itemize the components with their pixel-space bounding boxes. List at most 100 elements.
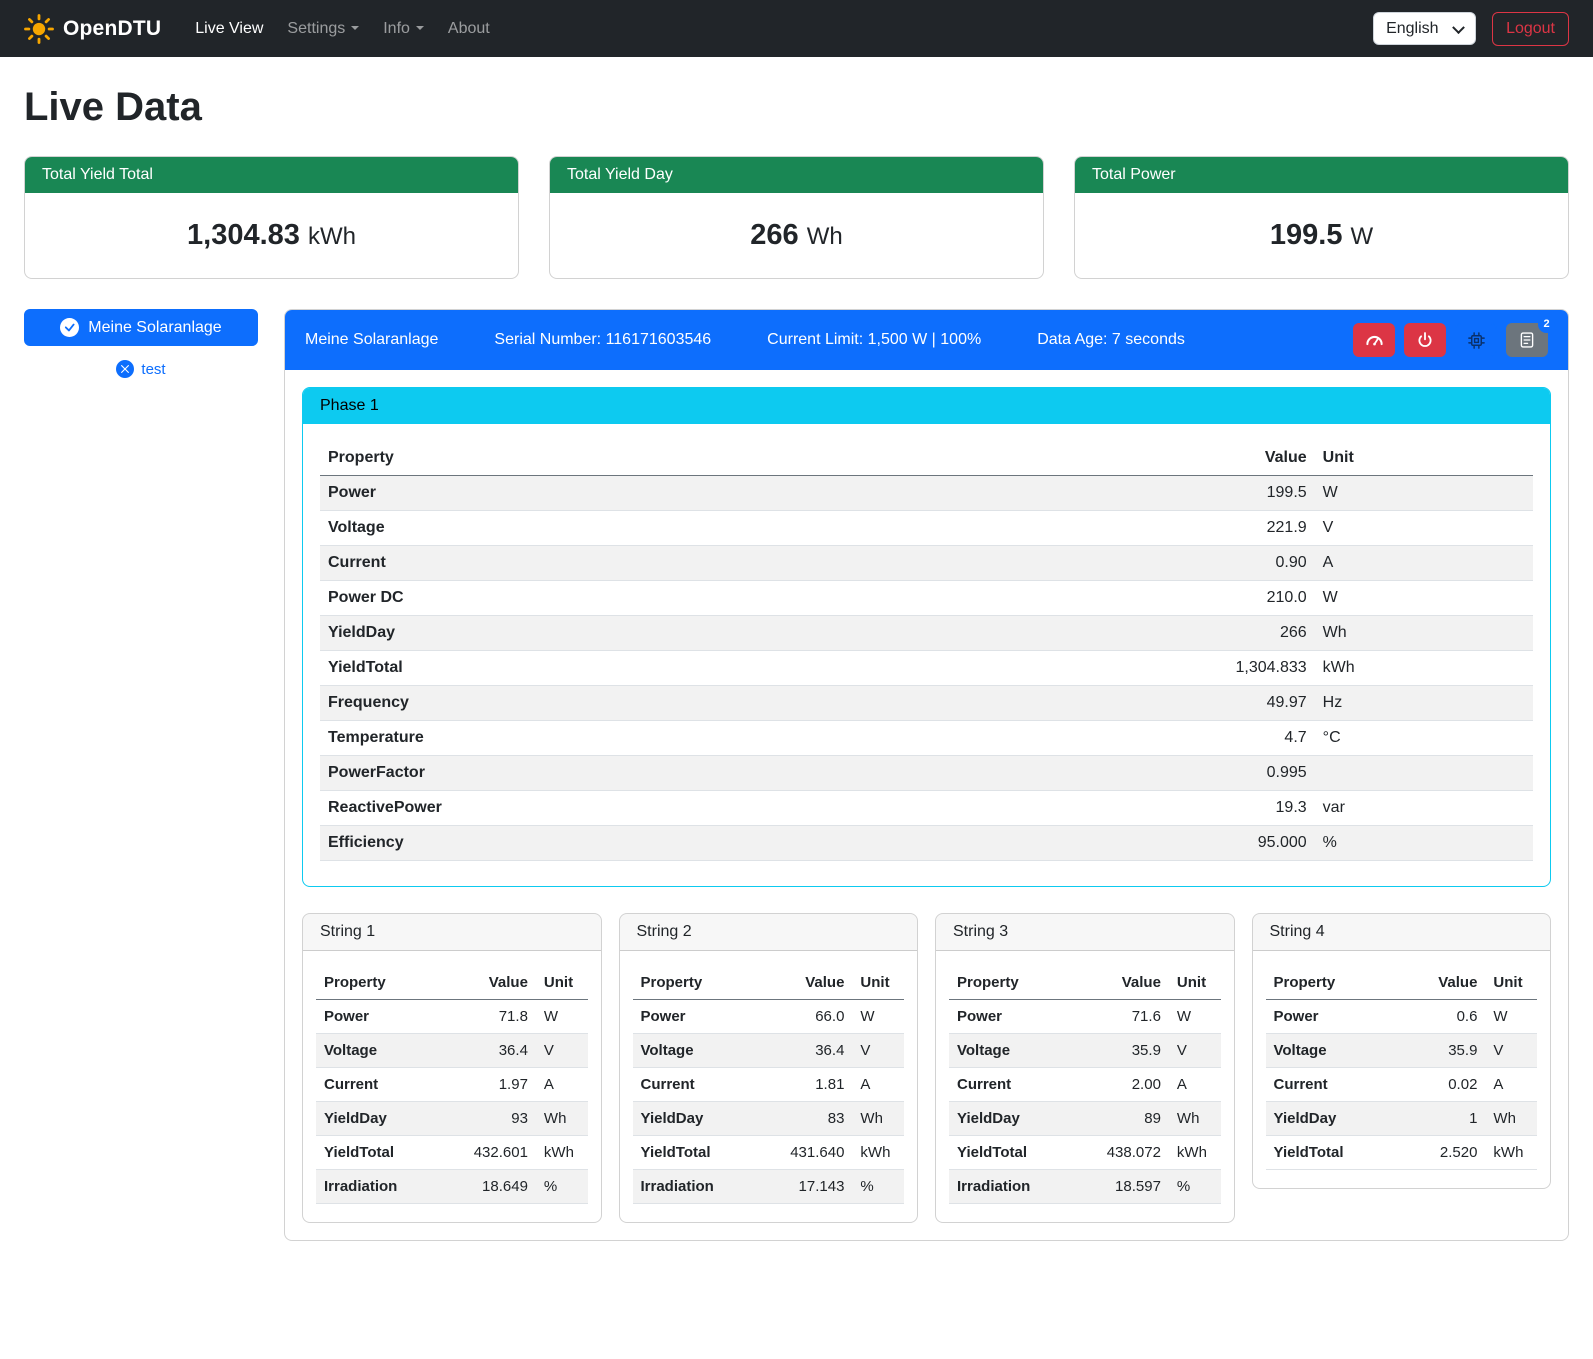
inverter-card-header: Meine Solaranlage Serial Number: 1161716…: [285, 310, 1568, 370]
table-row: Power199.5W: [320, 476, 1533, 511]
value-cell: 89: [1077, 1102, 1169, 1136]
phase-table: Property Value Unit Power199.5WVoltage22…: [320, 441, 1533, 861]
property-cell: Voltage: [316, 1034, 444, 1068]
unit-header: Unit: [536, 966, 588, 1000]
nav-settings[interactable]: Settings: [275, 12, 371, 46]
value-cell: 1: [1393, 1102, 1485, 1136]
table-header-row: Property Value Unit: [316, 966, 588, 1000]
property-cell: Power: [949, 1000, 1077, 1034]
unit-cell: %: [1315, 826, 1533, 861]
property-cell: Current: [320, 546, 1072, 581]
value-header: Value: [444, 966, 536, 1000]
string-card-1: String 1 Property Value Unit: [302, 913, 602, 1223]
nav-info[interactable]: Info: [371, 12, 436, 46]
property-cell: YieldDay: [320, 616, 1072, 651]
table-row: Current2.00A: [949, 1068, 1221, 1102]
property-cell: Current: [633, 1068, 761, 1102]
unit-header: Unit: [1169, 966, 1221, 1000]
inverter-select-test[interactable]: test: [24, 360, 258, 378]
summary-value: 199.5: [1270, 219, 1343, 251]
table-row: YieldDay89Wh: [949, 1102, 1221, 1136]
string-table: Property Value Unit Power71.6WVoltage35.…: [949, 966, 1221, 1204]
property-cell: Current: [949, 1068, 1077, 1102]
table-header-row: Property Value Unit: [1266, 966, 1538, 1000]
unit-cell: Wh: [1315, 616, 1533, 651]
brand-label: OpenDTU: [63, 17, 161, 41]
unit-header: Unit: [1315, 441, 1533, 476]
unit-cell: kWh: [1169, 1136, 1221, 1170]
inverter-card: Meine Solaranlage Serial Number: 1161716…: [284, 309, 1569, 1241]
unit-cell: W: [1485, 1000, 1537, 1034]
table-row: YieldDay266Wh: [320, 616, 1533, 651]
property-header: Property: [633, 966, 761, 1000]
unit-cell: W: [852, 1000, 904, 1034]
inverter-select-meine-solaranlage[interactable]: Meine Solaranlage: [24, 309, 258, 346]
value-cell: 1,304.833: [1072, 651, 1315, 686]
string-title: String 3: [936, 914, 1234, 951]
value-cell: 95.000: [1072, 826, 1315, 861]
property-cell: YieldTotal: [320, 651, 1072, 686]
table-row: YieldDay93Wh: [316, 1102, 588, 1136]
nav-info-label: Info: [383, 20, 410, 37]
table-row: Frequency49.97Hz: [320, 686, 1533, 721]
value-cell: 71.6: [1077, 1000, 1169, 1034]
string-title: String 2: [620, 914, 918, 951]
value-cell: 17.143: [760, 1170, 852, 1204]
unit-cell: kWh: [536, 1136, 588, 1170]
logout-button[interactable]: Logout: [1492, 12, 1569, 46]
value-cell: 221.9: [1072, 511, 1315, 546]
unit-cell: V: [1485, 1034, 1537, 1068]
string-card-2: String 2 Property Value Unit: [619, 913, 919, 1223]
property-header: Property: [316, 966, 444, 1000]
summary-unit: Wh: [807, 223, 843, 250]
unit-cell: %: [1169, 1170, 1221, 1204]
property-cell: Voltage: [1266, 1034, 1394, 1068]
nav-live-view[interactable]: Live View: [183, 12, 275, 46]
nav-about[interactable]: About: [436, 12, 502, 46]
page-title: Live Data: [24, 85, 1569, 130]
table-header-row: Property Value Unit: [320, 441, 1533, 476]
table-row: Current0.90A: [320, 546, 1533, 581]
unit-cell: A: [536, 1068, 588, 1102]
event-log-button[interactable]: 2: [1506, 323, 1548, 357]
check-circle-icon: [60, 318, 79, 337]
value-cell: 210.0: [1072, 581, 1315, 616]
value-cell: 71.8: [444, 1000, 536, 1034]
value-cell: 0.995: [1072, 756, 1315, 791]
unit-cell: kWh: [1315, 651, 1533, 686]
unit-cell: kWh: [1485, 1136, 1537, 1170]
unit-cell: Wh: [536, 1102, 588, 1136]
property-cell: Current: [316, 1068, 444, 1102]
inverter-serial: Serial Number: 116171603546: [494, 331, 711, 349]
property-cell: YieldDay: [316, 1102, 444, 1136]
property-cell: YieldDay: [633, 1102, 761, 1136]
inverter-select-label: test: [141, 361, 165, 378]
table-row: Temperature4.7°C: [320, 721, 1533, 756]
table-header-row: Property Value Unit: [633, 966, 905, 1000]
summary-value: 266: [750, 219, 798, 251]
language-select[interactable]: English: [1373, 12, 1476, 45]
table-row: Voltage221.9V: [320, 511, 1533, 546]
string-body: Property Value Unit Power0.6WVoltage35.9…: [1253, 951, 1551, 1188]
power-button[interactable]: [1404, 323, 1446, 357]
device-info-button[interactable]: [1455, 323, 1497, 357]
property-cell: Irradiation: [316, 1170, 444, 1204]
unit-cell: Wh: [1485, 1102, 1537, 1136]
unit-cell: [1315, 756, 1533, 791]
table-row: YieldTotal2.520kWh: [1266, 1136, 1538, 1170]
limit-settings-button[interactable]: [1353, 323, 1395, 357]
value-cell: 18.597: [1077, 1170, 1169, 1204]
property-cell: Irradiation: [633, 1170, 761, 1204]
table-row: Current1.81A: [633, 1068, 905, 1102]
brand[interactable]: OpenDTU: [24, 14, 161, 44]
value-cell: 4.7: [1072, 721, 1315, 756]
value-cell: 2.00: [1077, 1068, 1169, 1102]
property-cell: Frequency: [320, 686, 1072, 721]
string-body: Property Value Unit Power66.0WVoltage36.…: [620, 951, 918, 1222]
property-cell: Current: [1266, 1068, 1394, 1102]
unit-cell: V: [1315, 511, 1533, 546]
property-cell: Power: [320, 476, 1072, 511]
string-title: String 4: [1253, 914, 1551, 951]
value-cell: 93: [444, 1102, 536, 1136]
unit-cell: A: [1485, 1068, 1537, 1102]
